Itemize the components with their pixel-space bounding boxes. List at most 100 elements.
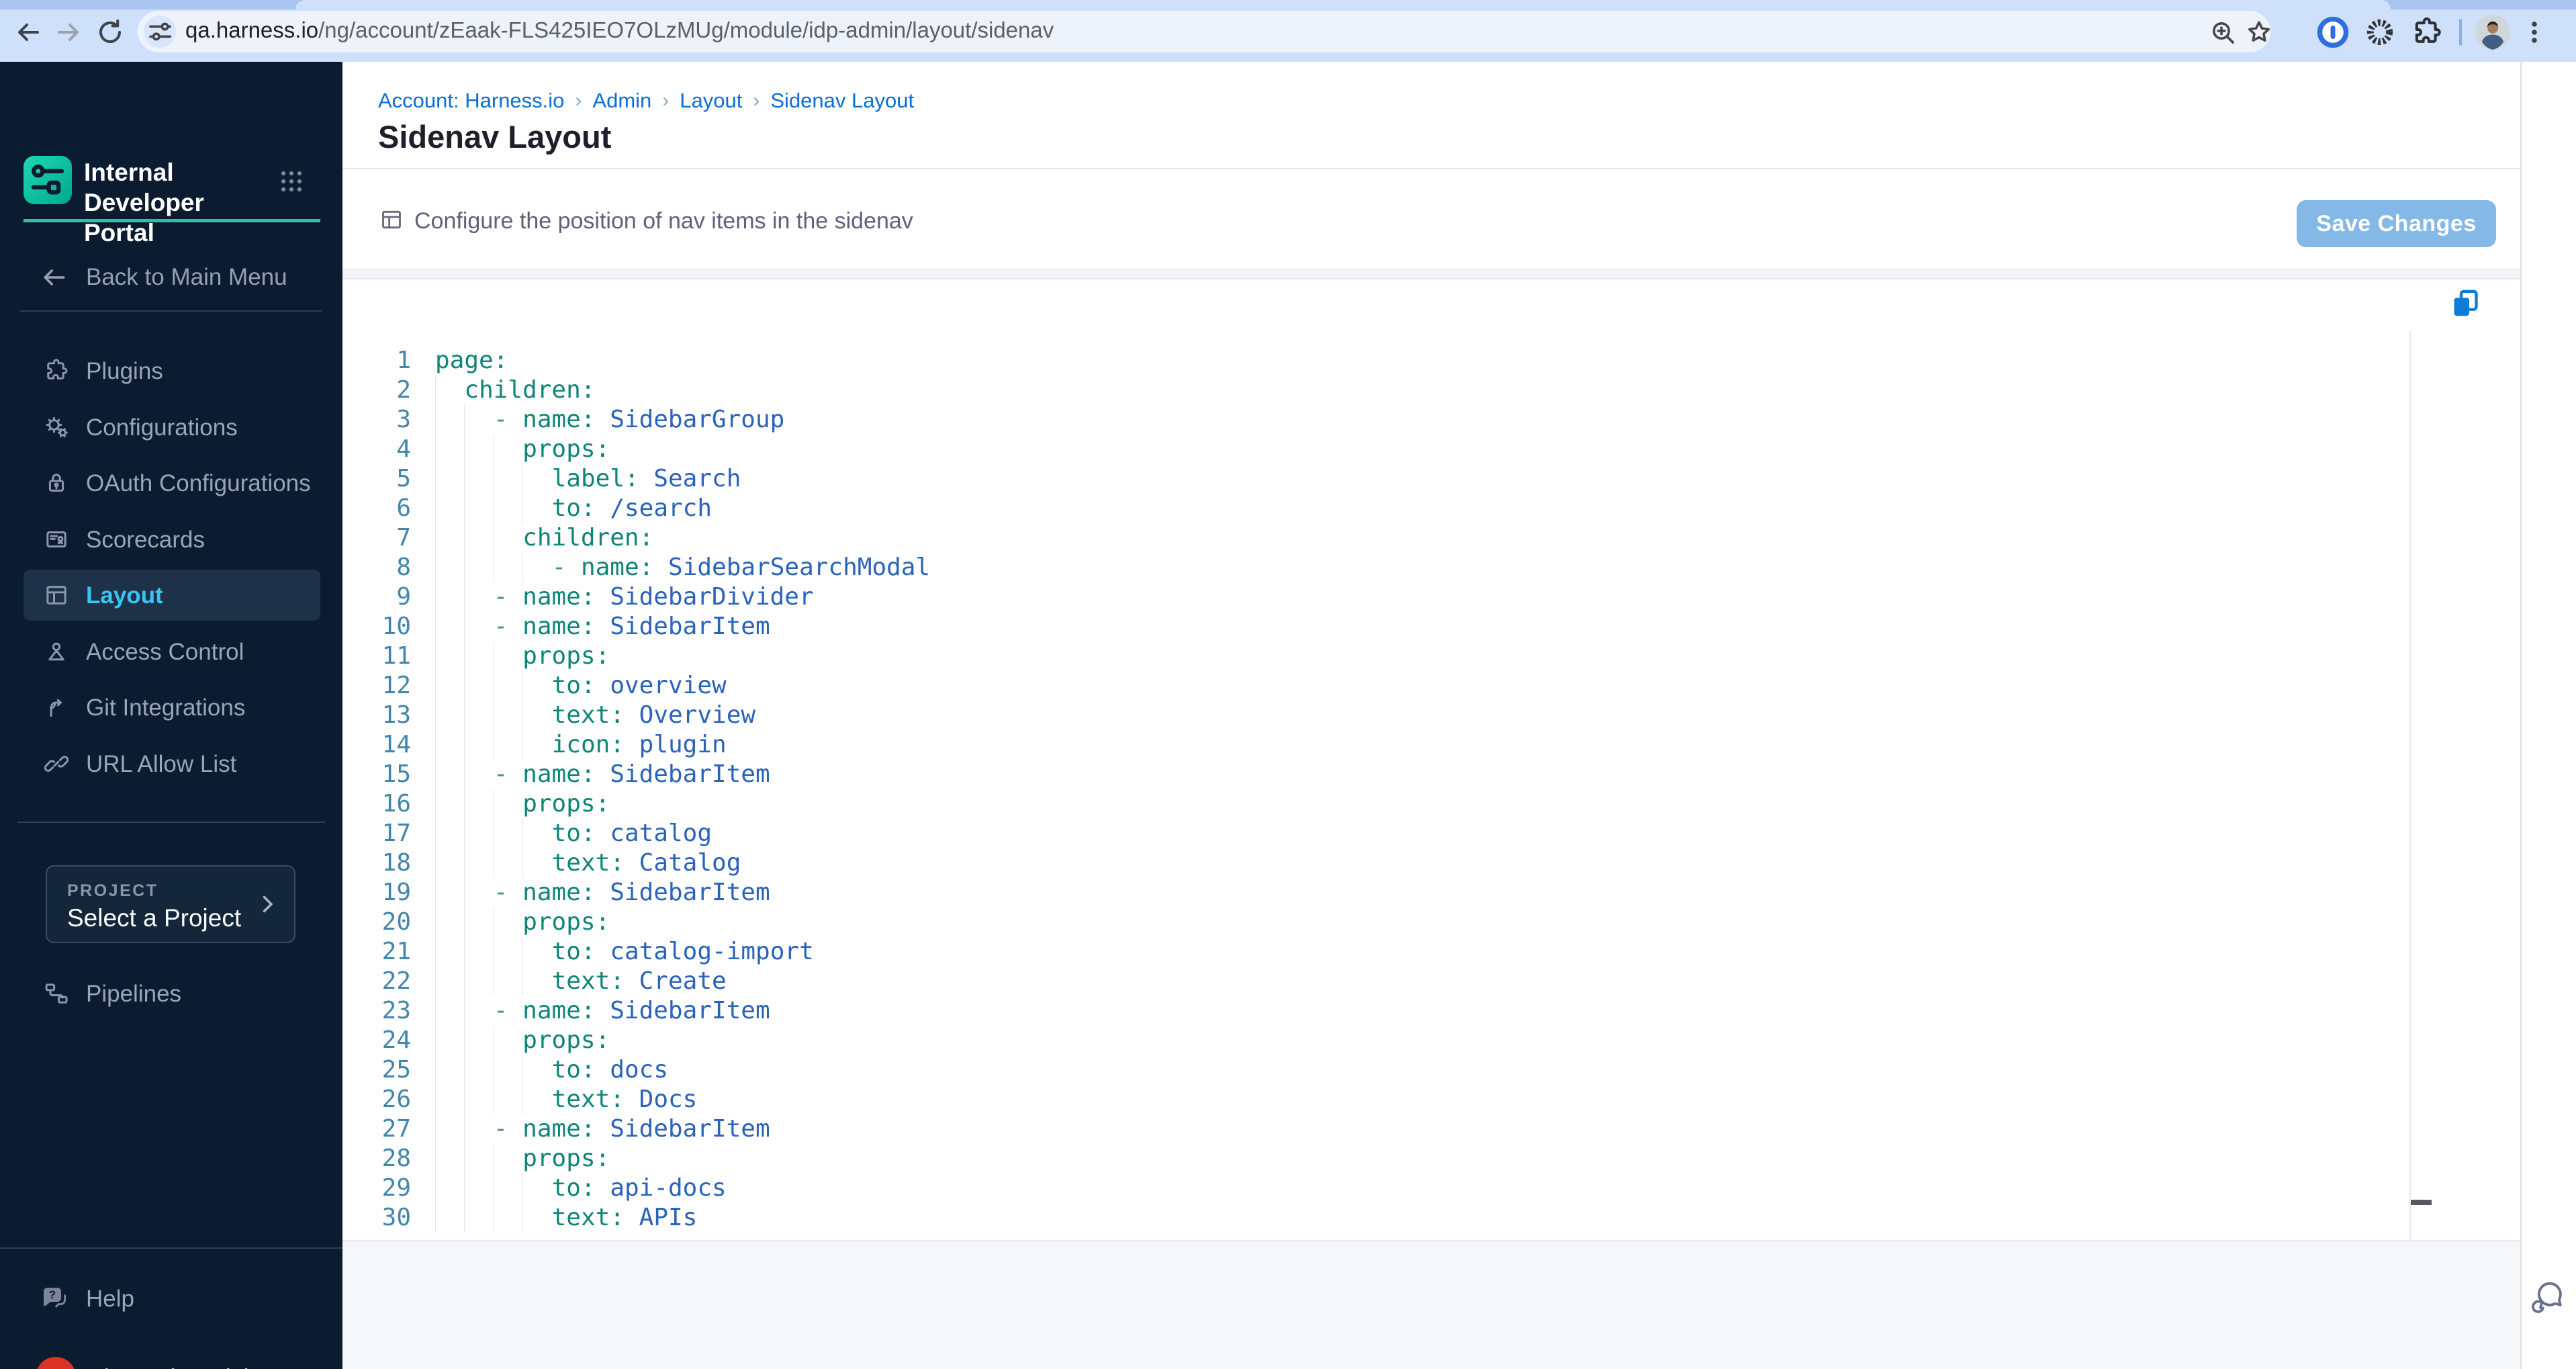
breadcrumb-item[interactable]: Sidenav Layout bbox=[770, 89, 914, 113]
breadcrumb-item[interactable]: Layout bbox=[680, 89, 742, 113]
browser-active-tab[interactable] bbox=[295, 0, 2391, 9]
page-scroll-gutter[interactable] bbox=[2520, 62, 2576, 1369]
project-label: PROJECT bbox=[67, 881, 158, 900]
indent-guide bbox=[435, 553, 436, 582]
site-settings-icon[interactable] bbox=[144, 15, 176, 48]
password-manager-icon[interactable] bbox=[2315, 15, 2350, 50]
code-line[interactable]: 14 icon: plugin bbox=[342, 730, 2409, 760]
indent-guide bbox=[435, 848, 436, 878]
code-line[interactable]: 7 children: bbox=[342, 523, 2409, 553]
code-line[interactable]: 24 props: bbox=[342, 1026, 2409, 1055]
code-line[interactable]: 20 props: bbox=[342, 908, 2409, 937]
code-line[interactable]: 2 children: bbox=[342, 376, 2409, 405]
code-line[interactable]: 15 - name: SidebarItem bbox=[342, 760, 2409, 789]
code-line[interactable]: 28 props: bbox=[342, 1144, 2409, 1174]
indent-guide bbox=[522, 701, 524, 730]
sidebar-item-label: OAuth Configurations bbox=[86, 470, 311, 496]
sidebar-item-url-allow-list[interactable]: URL Allow List bbox=[24, 738, 320, 789]
sidebar-item-configurations[interactable]: Configurations bbox=[24, 402, 320, 453]
code-line[interactable]: 21 to: catalog-import bbox=[342, 937, 2409, 967]
breadcrumb-item[interactable]: Admin bbox=[592, 89, 651, 113]
code-text: - name: SidebarDivider bbox=[493, 583, 814, 611]
code-line[interactable]: 25 to: docs bbox=[342, 1055, 2409, 1085]
user-name: Himanshu Mishra bbox=[86, 1364, 279, 1369]
breadcrumb-item[interactable]: Account: Harness.io bbox=[378, 89, 564, 113]
code-line[interactable]: 1 page: bbox=[342, 346, 2409, 376]
sidebar-item-scorecards[interactable]: Scorecards bbox=[24, 514, 320, 565]
code-line[interactable]: 23 - name: SidebarItem bbox=[342, 996, 2409, 1026]
code-line[interactable]: 5 label: Search bbox=[342, 464, 2409, 494]
yaml-editor[interactable]: 1 page: 2 children: 3 - name: SidebarGroup 4 pr… bbox=[342, 346, 2409, 1233]
breadcrumb-separator: › bbox=[575, 89, 582, 112]
line-number: 21 bbox=[381, 938, 411, 965]
editor-scrollbar-thumb[interactable] bbox=[2411, 1200, 2432, 1205]
page-toolbar: Configure the position of nav items in t… bbox=[342, 169, 2576, 270]
sidebar-item-layout[interactable]: Layout bbox=[24, 570, 320, 621]
code-line[interactable]: 18 text: Catalog bbox=[342, 848, 2409, 878]
indent-guide bbox=[464, 848, 465, 878]
url-bar[interactable]: qa.harness.io/ng/account/zEaak-FLS425IEO… bbox=[138, 11, 2270, 52]
code-line[interactable]: 22 text: Create bbox=[342, 967, 2409, 996]
url-text[interactable]: qa.harness.io/ng/account/zEaak-FLS425IEO… bbox=[185, 17, 1054, 43]
code-line[interactable]: 26 text: Docs bbox=[342, 1085, 2409, 1114]
code-line[interactable]: 10 - name: SidebarItem bbox=[342, 612, 2409, 642]
line-number: 23 bbox=[381, 997, 411, 1024]
extensions-puzzle-icon[interactable] bbox=[2409, 15, 2444, 50]
sidebar-item-label: Plugins bbox=[86, 358, 163, 384]
indent-guide bbox=[464, 701, 465, 730]
code-line[interactable]: 6 to: /search bbox=[342, 494, 2409, 523]
code-text: - name: SidebarItem bbox=[493, 613, 770, 640]
sidebar-item-git-integrations[interactable]: Git Integrations bbox=[24, 682, 320, 733]
sidebar-item-pipelines[interactable]: Pipelines bbox=[24, 970, 320, 1017]
code-line[interactable]: 11 props: bbox=[342, 642, 2409, 671]
back-to-main-menu[interactable]: Back to Main Menu bbox=[24, 258, 320, 297]
toolbar-separator bbox=[2459, 19, 2462, 46]
browser-reload-icon[interactable] bbox=[94, 16, 126, 48]
lock-icon bbox=[48, 474, 64, 492]
code-line[interactable]: 27 - name: SidebarItem bbox=[342, 1114, 2409, 1144]
code-line[interactable]: 4 props: bbox=[342, 435, 2409, 464]
sidebar-divider bbox=[17, 822, 325, 823]
indent-guide bbox=[522, 671, 524, 701]
line-number: 11 bbox=[381, 642, 411, 670]
code-line[interactable]: 19 - name: SidebarItem bbox=[342, 878, 2409, 908]
browser-toolbar: qa.harness.io/ng/account/zEaak-FLS425IEO… bbox=[0, 0, 2576, 62]
browser-profile-avatar[interactable] bbox=[2475, 15, 2510, 50]
sidebar-item-oauth-configurations[interactable]: OAuth Configurations bbox=[24, 457, 320, 509]
bookmark-star-icon[interactable] bbox=[2243, 16, 2275, 48]
browser-back-icon[interactable] bbox=[12, 16, 44, 48]
code-line[interactable]: 9 - name: SidebarDivider bbox=[342, 582, 2409, 612]
indent-guide bbox=[464, 464, 465, 494]
sidebar-item-access-control[interactable]: Access Control bbox=[24, 626, 320, 677]
line-number: 5 bbox=[396, 465, 411, 492]
code-text: - name: SidebarSearchModal bbox=[551, 554, 931, 581]
zoom-page-icon[interactable] bbox=[2207, 16, 2239, 48]
indent-guide bbox=[435, 1203, 436, 1233]
line-number: 19 bbox=[381, 879, 411, 906]
line-number: 13 bbox=[381, 701, 411, 729]
line-number: 15 bbox=[381, 760, 411, 788]
code-line[interactable]: 17 to: catalog bbox=[342, 819, 2409, 848]
code-line[interactable]: 8 - name: SidebarSearchModal bbox=[342, 553, 2409, 582]
browser-forward-icon[interactable] bbox=[52, 16, 85, 48]
sidebar-item-plugins[interactable]: Plugins bbox=[24, 345, 320, 396]
code-text: text: Catalog bbox=[551, 849, 741, 877]
save-changes-button[interactable]: Save Changes bbox=[2297, 200, 2496, 247]
code-line[interactable]: 29 to: api-docs bbox=[342, 1174, 2409, 1203]
project-selector[interactable]: PROJECT Select a Project bbox=[46, 865, 295, 943]
indent-guide bbox=[522, 464, 524, 494]
code-line[interactable]: 3 - name: SidebarGroup bbox=[342, 405, 2409, 435]
support-chat-icon[interactable] bbox=[2527, 1280, 2566, 1319]
code-line[interactable]: 16 props: bbox=[342, 789, 2409, 819]
extension-spinner-icon[interactable] bbox=[2362, 15, 2397, 50]
copy-yaml-icon[interactable] bbox=[2448, 286, 2483, 321]
help-button[interactable]: ? Help bbox=[24, 1275, 320, 1322]
user-profile[interactable]: HM Himanshu Mishra bbox=[24, 1350, 320, 1369]
code-text: - name: SidebarGroup bbox=[493, 406, 785, 433]
module-grid-icon[interactable] bbox=[277, 167, 306, 196]
browser-menu-kebab-icon[interactable] bbox=[2518, 16, 2550, 48]
code-text: to: catalog bbox=[551, 820, 712, 847]
code-line[interactable]: 13 text: Overview bbox=[342, 701, 2409, 730]
code-line[interactable]: 30 text: APIs bbox=[342, 1203, 2409, 1233]
code-line[interactable]: 12 to: overview bbox=[342, 671, 2409, 701]
